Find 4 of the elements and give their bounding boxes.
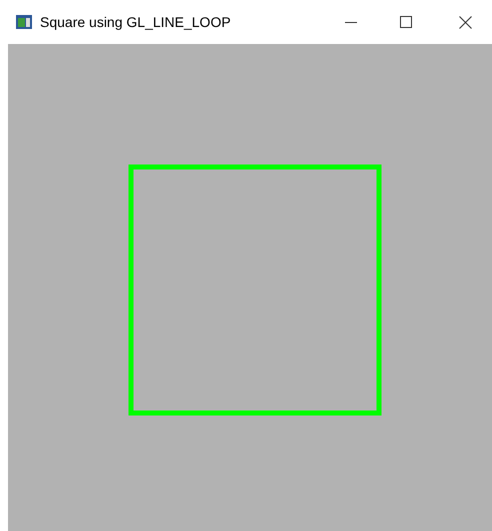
close-icon xyxy=(458,16,472,28)
window-title: Square using GL_LINE_LOOP xyxy=(40,12,231,32)
app-icon xyxy=(16,15,32,29)
maximize-icon xyxy=(400,16,412,28)
